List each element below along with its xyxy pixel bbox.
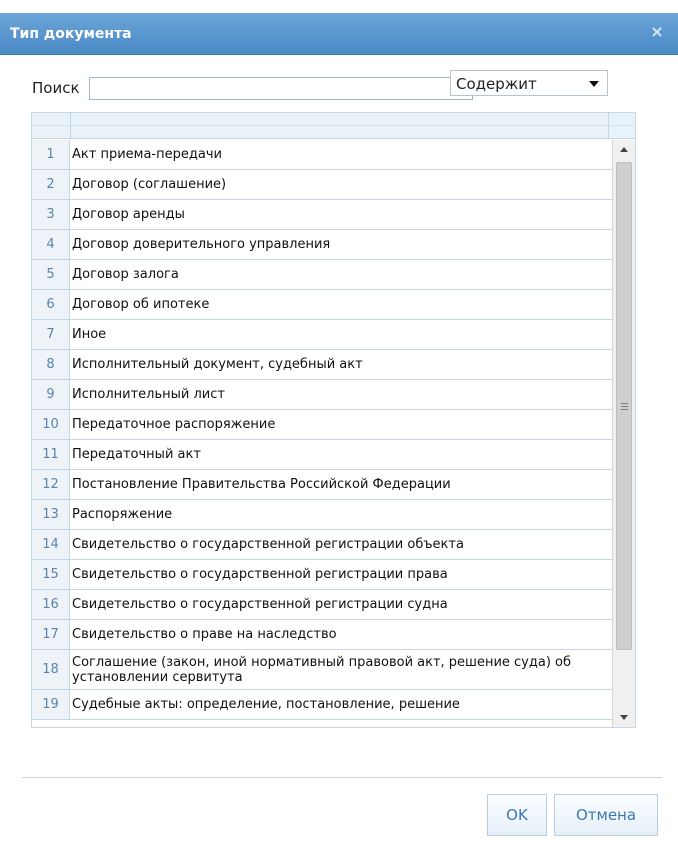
scroll-up-button[interactable]	[613, 140, 635, 160]
table-row[interactable]: 17 Свидетельство о праве на наследство	[32, 620, 612, 650]
header-separator	[608, 113, 609, 139]
search-input[interactable]	[89, 77, 473, 100]
row-number: 2	[32, 170, 70, 199]
header-separator	[70, 113, 71, 139]
table-row[interactable]: 13 Распоряжение	[32, 500, 612, 530]
row-label: Исполнительный лист	[72, 387, 225, 402]
grid-header	[32, 113, 635, 139]
vertical-scrollbar[interactable]	[612, 140, 635, 727]
row-number: 9	[32, 380, 70, 409]
row-number: 1	[32, 140, 70, 169]
row-number: 6	[32, 290, 70, 319]
row-label: Распоряжение	[72, 507, 173, 522]
row-number: 4	[32, 230, 70, 259]
search-mode-value: Содержит	[456, 75, 537, 93]
search-row: Поиск Содержит	[32, 70, 652, 102]
row-number: 16	[32, 590, 70, 619]
table-row[interactable]: 2 Договор (соглашение)	[32, 170, 612, 200]
row-number: 11	[32, 440, 70, 469]
search-mode-select[interactable]: Содержит	[450, 70, 608, 96]
row-number: 3	[32, 200, 70, 229]
row-number: 15	[32, 560, 70, 589]
table-row[interactable]: 4 Договор доверительного управления	[32, 230, 612, 260]
row-number: 5	[32, 260, 70, 289]
row-label: Соглашение (закон, иной нормативный прав…	[72, 654, 571, 685]
cancel-button[interactable]: Отмена	[554, 794, 658, 836]
table-row[interactable]: 11 Передаточный акт	[32, 440, 612, 470]
row-label: Свидетельство о праве на наследство	[72, 627, 337, 642]
table-row[interactable]: 12 Постановление Правительства Российской…	[32, 470, 612, 500]
grip-line	[621, 409, 628, 410]
table-row[interactable]: 19 Судебные акты: определение, постановле…	[32, 690, 612, 720]
row-number: 19	[32, 690, 70, 719]
row-number: 17	[32, 620, 70, 649]
row-label: Исполнительный документ, судебный акт	[72, 357, 363, 372]
table-row[interactable]: 8 Исполнительный документ, судебный акт	[32, 350, 612, 380]
row-label: Договор залога	[72, 267, 179, 282]
document-type-grid: 1 Акт приема-передачи 2 Договор (соглашение…	[31, 112, 636, 728]
row-number: 18	[32, 650, 70, 689]
table-row[interactable]: 16 Свидетельство о государственной регист…	[32, 590, 612, 620]
search-label: Поиск	[32, 79, 80, 97]
dialog-titlebar[interactable]: Тип документа ×	[0, 13, 678, 55]
table-row[interactable]: 1 Акт приема-передачи	[32, 140, 612, 170]
row-number: 7	[32, 320, 70, 349]
row-label: Договор доверительного управления	[72, 237, 331, 252]
row-label: Договор об ипотеке	[72, 297, 210, 312]
grip-line	[621, 406, 628, 407]
grid-header-divider	[32, 125, 635, 126]
chevron-down-icon	[589, 81, 599, 87]
table-row[interactable]: 9 Исполнительный лист	[32, 380, 612, 410]
row-label: Договор аренды	[72, 207, 185, 222]
row-label: Иное	[72, 327, 107, 342]
table-row[interactable]: 18 Соглашение (закон, иной нормативный пр…	[32, 650, 612, 690]
row-label: Акт приема-передачи	[72, 147, 222, 162]
table-row[interactable]: 10 Передаточное распоряжение	[32, 410, 612, 440]
row-number: 12	[32, 470, 70, 499]
table-row[interactable]: 3 Договор аренды	[32, 200, 612, 230]
row-label: Судебные акты: определение, постановлени…	[72, 697, 460, 712]
footer-divider	[22, 777, 662, 778]
scroll-thumb[interactable]	[616, 162, 632, 650]
row-number: 8	[32, 350, 70, 379]
row-label: Свидетельство о государственной регистра…	[72, 567, 448, 582]
row-label: Свидетельство о государственной регистра…	[72, 537, 464, 552]
row-number: 10	[32, 410, 70, 439]
row-label: Свидетельство о государственной регистра…	[72, 597, 448, 612]
document-type-dialog: Тип документа × Поиск Содержит 1 Акт прие…	[0, 0, 678, 850]
row-label: Постановление Правительства Российской Ф…	[72, 477, 451, 492]
ok-button[interactable]: OK	[487, 794, 547, 836]
scroll-down-button[interactable]	[613, 707, 635, 727]
row-number: 14	[32, 530, 70, 559]
dialog-title: Тип документа	[10, 26, 132, 42]
row-label: Передаточное распоряжение	[72, 417, 276, 432]
close-icon[interactable]: ×	[648, 23, 666, 41]
arrow-up-icon	[620, 147, 628, 152]
table-row[interactable]: 15 Свидетельство о государственной регист…	[32, 560, 612, 590]
grid-rows: 1 Акт приема-передачи 2 Договор (соглашение…	[32, 140, 612, 720]
row-number: 13	[32, 500, 70, 529]
row-label: Передаточный акт	[72, 447, 201, 462]
grip-line	[621, 403, 628, 404]
table-row[interactable]: 6 Договор об ипотеке	[32, 290, 612, 320]
table-row[interactable]: 5 Договор залога	[32, 260, 612, 290]
row-label: Договор (соглашение)	[72, 177, 227, 192]
table-row[interactable]: 7 Иное	[32, 320, 612, 350]
table-row[interactable]: 14 Свидетельство о государственной регист…	[32, 530, 612, 560]
arrow-down-icon	[620, 715, 628, 720]
